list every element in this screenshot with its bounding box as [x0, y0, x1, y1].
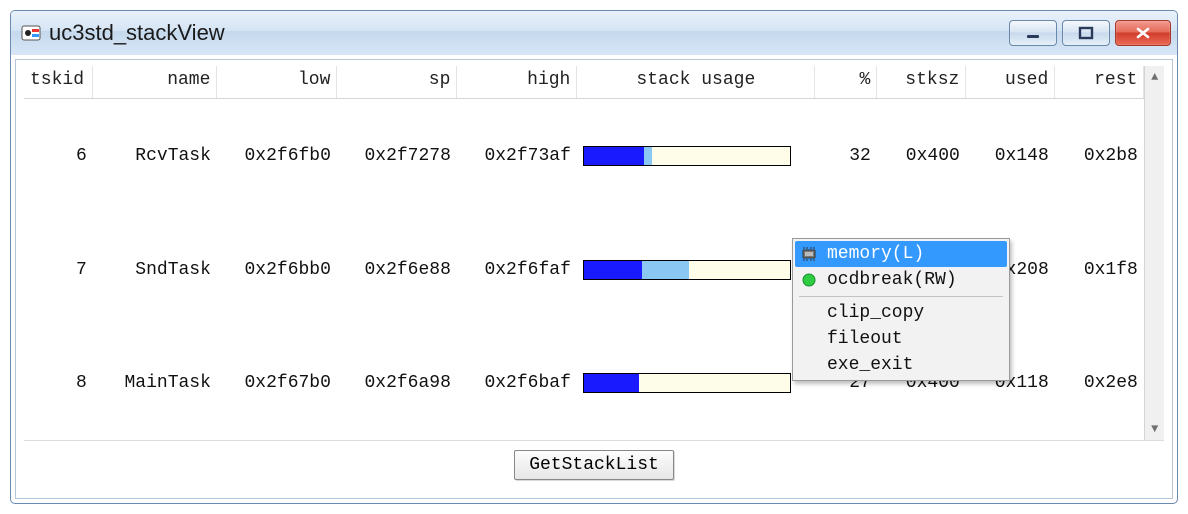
scroll-up-icon[interactable]: ▲	[1151, 68, 1158, 86]
app-icon	[21, 23, 41, 43]
minimize-icon	[1024, 26, 1042, 40]
client-area: tskid name low sp high stack usage % stk…	[15, 59, 1173, 499]
cell-pct: 32	[815, 99, 877, 214]
maximize-icon	[1077, 26, 1095, 40]
stack-usage-bar	[583, 260, 791, 280]
app-window: uc3std_stackView tskid name	[10, 10, 1178, 504]
cell-rest: 0x2b8	[1055, 99, 1144, 214]
cell-usage	[577, 327, 815, 440]
col-rest[interactable]: rest	[1055, 66, 1144, 99]
window-controls	[1009, 20, 1171, 46]
cell-low: 0x2f67b0	[217, 327, 337, 440]
cell-name: RcvTask	[93, 99, 217, 214]
cell-used: 0x148	[966, 99, 1055, 214]
col-low[interactable]: low	[217, 66, 337, 99]
vertical-scrollbar[interactable]: ▲ ▼	[1144, 66, 1164, 440]
cell-tskid: 7	[24, 214, 93, 327]
col-high[interactable]: high	[457, 66, 577, 99]
menu-item-clip_copy[interactable]: clip_copy	[795, 300, 1007, 326]
menu-item-ocdbreakrw[interactable]: ocdbreak(RW)	[795, 267, 1007, 293]
menu-item-label: clip_copy	[827, 303, 924, 323]
titlebar[interactable]: uc3std_stackView	[11, 11, 1177, 55]
cell-high: 0x2f73af	[457, 99, 577, 214]
menu-separator	[799, 296, 1003, 297]
cell-high: 0x2f6baf	[457, 327, 577, 440]
cell-name: MainTask	[93, 327, 217, 440]
cell-sp: 0x2f7278	[337, 99, 457, 214]
cell-usage	[577, 214, 815, 327]
dot-green-icon	[799, 270, 819, 290]
col-used[interactable]: used	[966, 66, 1055, 99]
stack-usage-bar	[583, 146, 791, 166]
col-pct[interactable]: %	[815, 66, 877, 99]
cell-low: 0x2f6fb0	[217, 99, 337, 214]
cell-high: 0x2f6faf	[457, 214, 577, 327]
footer: GetStackList	[24, 440, 1164, 488]
cell-rest: 0x1f8	[1055, 214, 1144, 327]
minimize-button[interactable]	[1009, 20, 1057, 46]
close-icon	[1134, 26, 1152, 40]
stack-usage-bar	[583, 373, 791, 393]
col-tskid[interactable]: tskid	[24, 66, 93, 99]
cell-sp: 0x2f6a98	[337, 327, 457, 440]
scroll-down-icon[interactable]: ▼	[1151, 420, 1158, 438]
cell-tskid: 6	[24, 99, 93, 214]
context-menu: memory(L) ocdbreak(RW) clip_copyfileout exe…	[792, 238, 1010, 381]
close-button[interactable]	[1115, 20, 1171, 46]
chip-icon	[799, 244, 819, 264]
col-usage[interactable]: stack usage	[577, 66, 815, 99]
cell-stksz: 0x400	[877, 99, 966, 214]
cell-rest: 0x2e8	[1055, 327, 1144, 440]
table-row[interactable]: 6RcvTask0x2f6fb00x2f72780x2f73af320x4000…	[24, 99, 1144, 214]
cell-low: 0x2f6bb0	[217, 214, 337, 327]
maximize-button[interactable]	[1062, 20, 1110, 46]
col-sp[interactable]: sp	[337, 66, 457, 99]
get-stack-list-button[interactable]: GetStackList	[514, 450, 674, 480]
cell-sp: 0x2f6e88	[337, 214, 457, 327]
cell-name: SndTask	[93, 214, 217, 327]
menu-item-label: memory(L)	[827, 244, 924, 264]
col-name[interactable]: name	[93, 66, 217, 99]
menu-item-exe_exit[interactable]: exe_exit	[795, 352, 1007, 378]
col-stksz[interactable]: stksz	[877, 66, 966, 99]
window-title: uc3std_stackView	[49, 20, 1001, 46]
menu-item-label: ocdbreak(RW)	[827, 270, 957, 290]
cell-tskid: 8	[24, 327, 93, 440]
table-header-row: tskid name low sp high stack usage % stk…	[24, 66, 1144, 99]
menu-item-label: fileout	[827, 329, 903, 349]
menu-item-fileout[interactable]: fileout	[795, 326, 1007, 352]
cell-usage	[577, 99, 815, 214]
menu-item-memoryl[interactable]: memory(L)	[795, 241, 1007, 267]
menu-item-label: exe_exit	[827, 355, 913, 375]
